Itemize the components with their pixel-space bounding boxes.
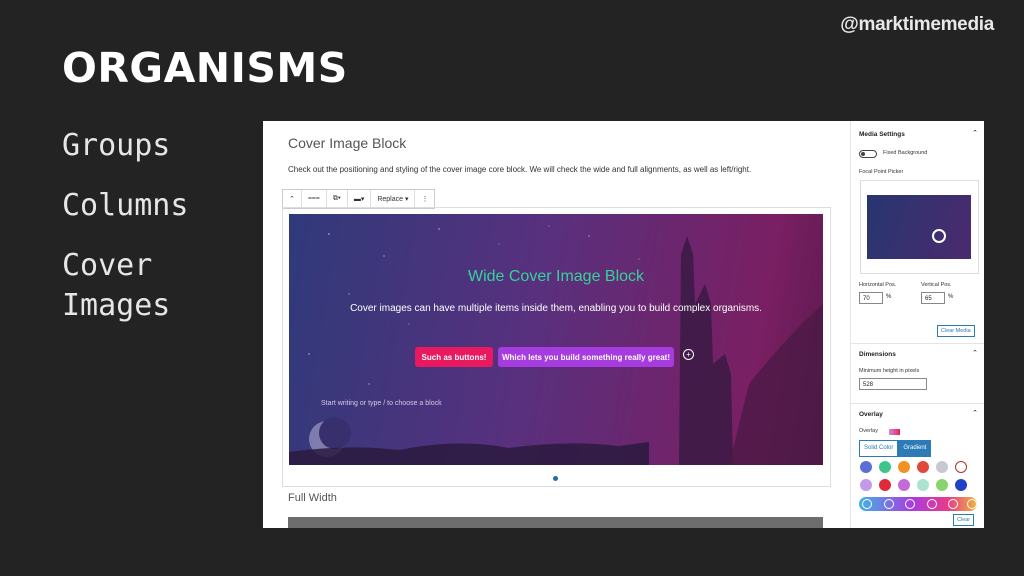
color-swatch[interactable] [879, 461, 891, 473]
full-width-block-preview[interactable] [288, 517, 823, 528]
vertical-pos-unit: % [948, 294, 954, 300]
overlay-heading[interactable]: Overlay [859, 411, 883, 418]
block-toolbar: ⌃ ⩶ ⧉▾ ▬▾ Replace ▾ ⋮ [282, 189, 436, 209]
focal-point-handle[interactable] [932, 229, 946, 243]
color-swatch[interactable] [936, 461, 948, 473]
twitter-handle: @marktimemedia [840, 14, 994, 35]
block-placeholder[interactable]: Start writing or type / to choose a bloc… [321, 400, 442, 407]
dimensions-heading[interactable]: Dimensions [859, 351, 896, 358]
clear-overlay-button[interactable]: Clear [953, 514, 975, 526]
color-swatch[interactable] [860, 461, 872, 473]
min-height-input[interactable]: 528 [859, 378, 927, 390]
overlay-color-indicator [889, 429, 900, 435]
topic-list: Groups Columns Cover Images [62, 126, 232, 346]
such-as-buttons-button[interactable]: Such as buttons! [415, 347, 493, 367]
topic-cover-images: Cover Images [62, 248, 171, 323]
color-swatch[interactable] [879, 479, 891, 491]
cover-description[interactable]: Cover images can have multiple items ins… [289, 303, 823, 314]
build-something-great-button[interactable]: Which lets you build something really gr… [498, 347, 674, 367]
focal-point-preview[interactable] [867, 195, 971, 259]
horizontal-pos-unit: % [886, 294, 892, 300]
color-swatch[interactable] [917, 479, 929, 491]
collapse-dimensions-chevron-icon[interactable]: ⌃ [972, 349, 978, 357]
gradient-slider[interactable] [859, 497, 977, 511]
block-settings-sidebar: Media Settings ⌃ Fixed Background Focal … [850, 121, 984, 528]
overlay-type-tabs: Solid Color Gradient [859, 440, 932, 457]
topic-groups: Groups [62, 128, 171, 163]
tab-gradient[interactable]: Gradient [898, 440, 932, 457]
gradient-stop-handle[interactable] [967, 499, 977, 509]
gradient-stop-handle[interactable] [905, 499, 915, 509]
block-indicator-dot [553, 476, 558, 481]
gradient-stop-handle[interactable] [862, 499, 872, 509]
vertical-pos-label: Vertical Pos. [921, 282, 952, 288]
cover-image-block[interactable]: Wide Cover Image Block Cover images can … [289, 214, 823, 465]
color-swatch[interactable] [898, 479, 910, 491]
fixed-background-label: Fixed Background [883, 150, 928, 156]
color-swatch[interactable] [917, 461, 929, 473]
post-heading[interactable]: Cover Image Block [288, 135, 406, 151]
more-options-icon[interactable]: ⋮ [415, 190, 434, 208]
focal-point-label: Focal Point Picker [859, 169, 904, 175]
min-height-label: Minimum height in pixels [859, 368, 920, 374]
focal-point-picker[interactable] [860, 180, 979, 274]
drag-handle[interactable]: ⩶ [302, 190, 327, 208]
color-swatch[interactable] [936, 479, 948, 491]
color-swatch[interactable] [955, 479, 967, 491]
slide-title: ORGANISMS [62, 44, 348, 92]
cover-title[interactable]: Wide Cover Image Block [289, 268, 823, 286]
color-swatch[interactable] [898, 461, 910, 473]
media-settings-heading[interactable]: Media Settings [859, 131, 905, 138]
collapse-media-chevron-icon[interactable]: ⌃ [972, 129, 978, 137]
horizontal-pos-input[interactable]: 70 [859, 292, 883, 304]
full-width-heading[interactable]: Full Width [288, 492, 337, 504]
clear-media-button[interactable]: Clear Media [937, 325, 975, 337]
replace-button[interactable]: Replace ▾ [371, 190, 416, 208]
vertical-pos-input[interactable]: 65 [921, 292, 945, 304]
move-up-button[interactable]: ⌃ [283, 190, 302, 208]
width-button[interactable]: ▬▾ [348, 190, 372, 208]
tab-solid-color[interactable]: Solid Color [859, 440, 899, 457]
post-paragraph[interactable]: Check out the positioning and styling of… [288, 165, 751, 174]
cover-background-art [289, 225, 823, 465]
color-swatch[interactable] [955, 461, 967, 473]
fixed-background-toggle[interactable] [859, 150, 877, 158]
gradient-stop-handle[interactable] [948, 499, 958, 509]
horizontal-pos-label: Horizontal Pos. [859, 282, 897, 288]
topic-columns: Columns [62, 188, 189, 223]
add-block-icon[interactable]: + [683, 349, 694, 360]
editor-screenshot: Cover Image Block Check out the position… [263, 121, 984, 528]
gradient-stop-handle[interactable] [884, 499, 894, 509]
overlay-label: Overlay [859, 428, 878, 434]
color-swatch[interactable] [860, 479, 872, 491]
divider [851, 343, 984, 344]
alignment-button[interactable]: ⧉▾ [327, 190, 348, 208]
divider [851, 403, 984, 404]
block-editor-canvas: Cover Image Block Check out the position… [263, 121, 850, 528]
collapse-overlay-chevron-icon[interactable]: ⌃ [972, 409, 978, 417]
gradient-stop-handle[interactable] [927, 499, 937, 509]
